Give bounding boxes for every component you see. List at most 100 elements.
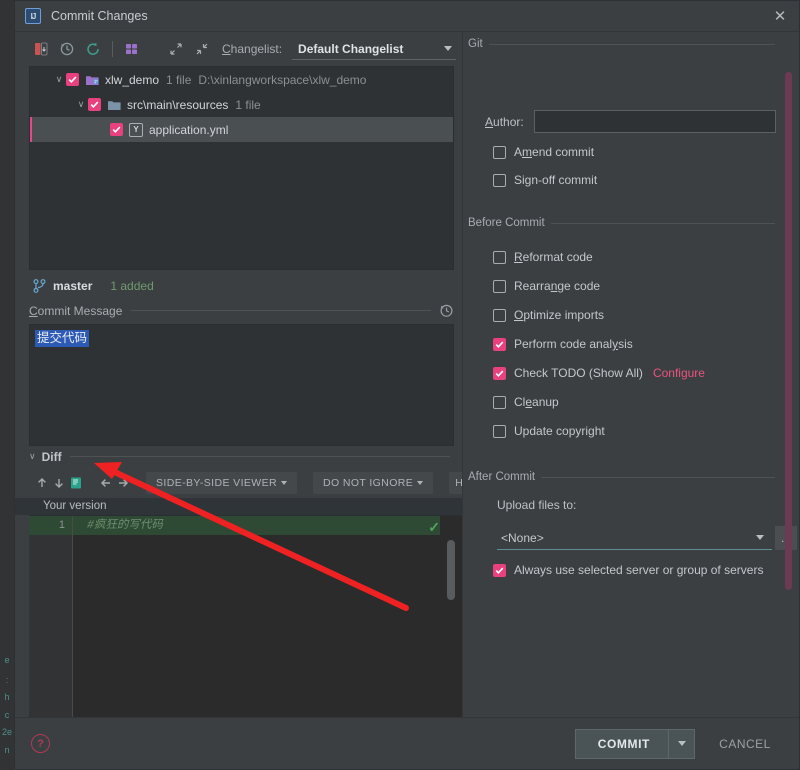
section-header-after-commit: After Commit [468, 471, 775, 483]
diff-toolbar: SIDE-BY-SIDE VIEWER DO NOT IGNORE HIGHLI… [15, 467, 609, 498]
bg-glyph: : [5, 675, 9, 685]
diff-line: #疯狂的写代码 [73, 515, 462, 535]
rearrange-code-mnemonic: n [550, 279, 558, 293]
checkbox-icon [493, 145, 506, 159]
reformat-code-checkbox[interactable]: Reformat code [493, 250, 593, 264]
changelist-mnemonic: C [222, 42, 231, 56]
optimize-imports-label: Optimize imports [514, 308, 605, 322]
sign-off-commit-checkbox[interactable]: Sign-off commit [493, 173, 597, 187]
section-header-before-commit: Before Commit [468, 217, 775, 229]
rearrange-code-checkbox[interactable]: Rearrange code [493, 279, 600, 293]
table-row[interactable]: ∨ src\main\resources 1 file [30, 92, 453, 117]
tree-node-name: application.yml [149, 122, 229, 137]
checkbox-checked-icon[interactable] [88, 98, 101, 111]
expand-all-icon[interactable] [164, 37, 188, 61]
diff-section-label: Diff [41, 449, 62, 464]
checkbox-icon [493, 395, 506, 409]
arrow-down-icon[interactable] [52, 472, 66, 494]
table-row[interactable]: Y application.yml [30, 117, 453, 142]
checkbox-icon [493, 173, 506, 187]
update-copyright-label: Update copyright [514, 424, 605, 438]
changelist-dropdown[interactable]: Default Changelist [292, 38, 456, 60]
git-options-panel: Git Author: Amend commit Sign-off commit… [462, 32, 799, 717]
configure-link[interactable]: Configure [653, 366, 705, 380]
update-copyright-checkbox[interactable]: Update copyright [493, 424, 605, 438]
diff-editor[interactable]: 1 #疯狂的写代码 ✓ [29, 514, 462, 717]
checkbox-checked-icon [493, 337, 506, 351]
refresh-icon[interactable] [81, 37, 105, 61]
upload-server-value: <None> [501, 530, 544, 545]
history-icon[interactable] [55, 37, 79, 61]
commit-dropdown-button[interactable] [668, 729, 694, 758]
whitespace-mode-label: DO NOT IGNORE [323, 476, 414, 489]
amend-commit-checkbox[interactable]: Amend commit [493, 145, 594, 159]
branch-status: 1 added [110, 278, 154, 293]
arrow-up-icon[interactable] [35, 472, 49, 494]
changed-files-tree[interactable]: ∨ xlw_demo 1 file D:\xinlangworkspace\xl… [29, 66, 454, 270]
chevron-down-icon[interactable]: ∨ [52, 74, 66, 85]
table-row[interactable]: ∨ xlw_demo 1 file D:\xinlangworkspace\xl… [30, 67, 453, 92]
optimize-imports-checkbox[interactable]: Optimize imports [493, 308, 604, 322]
cleanup-checkbox[interactable]: Cleanup [493, 395, 559, 409]
help-icon[interactable]: ? [31, 734, 50, 753]
chevron-down-icon [677, 741, 686, 746]
viewer-mode-dropdown[interactable]: SIDE-BY-SIDE VIEWER [146, 471, 297, 494]
section-title: Git [468, 38, 483, 50]
upload-files-label: Upload files to: [497, 498, 577, 512]
checkmark-icon: ✓ [428, 518, 440, 535]
bg-glyph: c [4, 710, 10, 720]
module-folder-icon [85, 73, 100, 87]
perform-code-analysis-checkbox[interactable]: Perform code analysis [493, 337, 633, 351]
bg-glyph: e [4, 655, 10, 665]
divider [130, 310, 431, 311]
checkbox-icon [493, 279, 506, 293]
upload-server-dropdown[interactable]: <None> [497, 526, 772, 550]
dialog-body: Changelist: Default Changelist ∨ xlw_dem… [15, 32, 799, 717]
close-icon[interactable]: ✕ [765, 2, 795, 30]
checkbox-checked-icon[interactable] [66, 73, 79, 86]
optimize-imports-mnemonic: O [514, 308, 524, 322]
collapse-all-icon[interactable] [190, 37, 214, 61]
whitespace-mode-dropdown[interactable]: DO NOT IGNORE [313, 471, 434, 494]
revert-icon[interactable] [29, 37, 53, 61]
reformat-code-label: Reformat code [514, 250, 593, 264]
chevron-down-icon[interactable]: ∨ [74, 99, 88, 110]
commit-button[interactable]: COMMIT [574, 728, 695, 759]
diff-section-header[interactable]: ∨ Diff [15, 445, 462, 468]
chevron-down-icon[interactable]: ∨ [29, 451, 36, 462]
changelist-label: Changelist: [222, 42, 282, 56]
sign-off-commit-label: Sign-off commit [514, 173, 598, 187]
viewer-mode-label: SIDE-BY-SIDE VIEWER [156, 476, 277, 489]
checkbox-checked-icon[interactable] [110, 123, 123, 136]
line-number: 1 [29, 515, 72, 535]
diff-code-area[interactable]: #疯狂的写代码 ✓ [73, 515, 462, 717]
group-by-icon[interactable] [120, 37, 144, 61]
dialog-titlebar: IJ Commit Changes ✕ [15, 1, 799, 32]
author-field[interactable] [533, 110, 776, 133]
arrow-left-icon[interactable] [99, 472, 113, 494]
commit-button-label: COMMIT [597, 736, 650, 751]
yaml-file-icon[interactable] [69, 472, 83, 494]
sign-off-commit-mnemonic: g [524, 173, 532, 187]
git-panel-scrollbar[interactable] [785, 72, 792, 590]
changelist-label-rest: hangelist: [230, 42, 283, 56]
divider [550, 222, 775, 224]
tree-node-meta: 1 file [235, 97, 261, 112]
commit-message-header: Commit Message [15, 300, 462, 322]
diff-scrollbar[interactable] [447, 539, 455, 600]
tree-node-path: D:\xinlangworkspace\xlw_demo [198, 72, 367, 87]
check-todo-checkbox[interactable]: Check TODO (Show All) Configure [493, 366, 705, 380]
amend-commit-label: Amend commit [514, 145, 595, 159]
checkbox-icon [493, 250, 506, 264]
always-use-selected-server-checkbox[interactable]: Always use selected server or group of s… [493, 563, 763, 577]
history-icon[interactable] [439, 303, 454, 318]
chevron-down-icon [281, 480, 287, 485]
changes-panel: Changelist: Default Changelist ∨ xlw_dem… [15, 32, 609, 717]
amend-commit-mnemonic: m [522, 145, 533, 159]
always-use-selected-server-label: Always use selected server or group of s… [514, 563, 764, 577]
arrow-right-icon[interactable] [116, 472, 130, 494]
author-mnemonic: A [485, 114, 494, 129]
commit-message-input[interactable]: 提交代码 [29, 323, 454, 446]
cancel-button[interactable]: CANCEL [705, 729, 785, 759]
section-title: Before Commit [468, 217, 545, 229]
